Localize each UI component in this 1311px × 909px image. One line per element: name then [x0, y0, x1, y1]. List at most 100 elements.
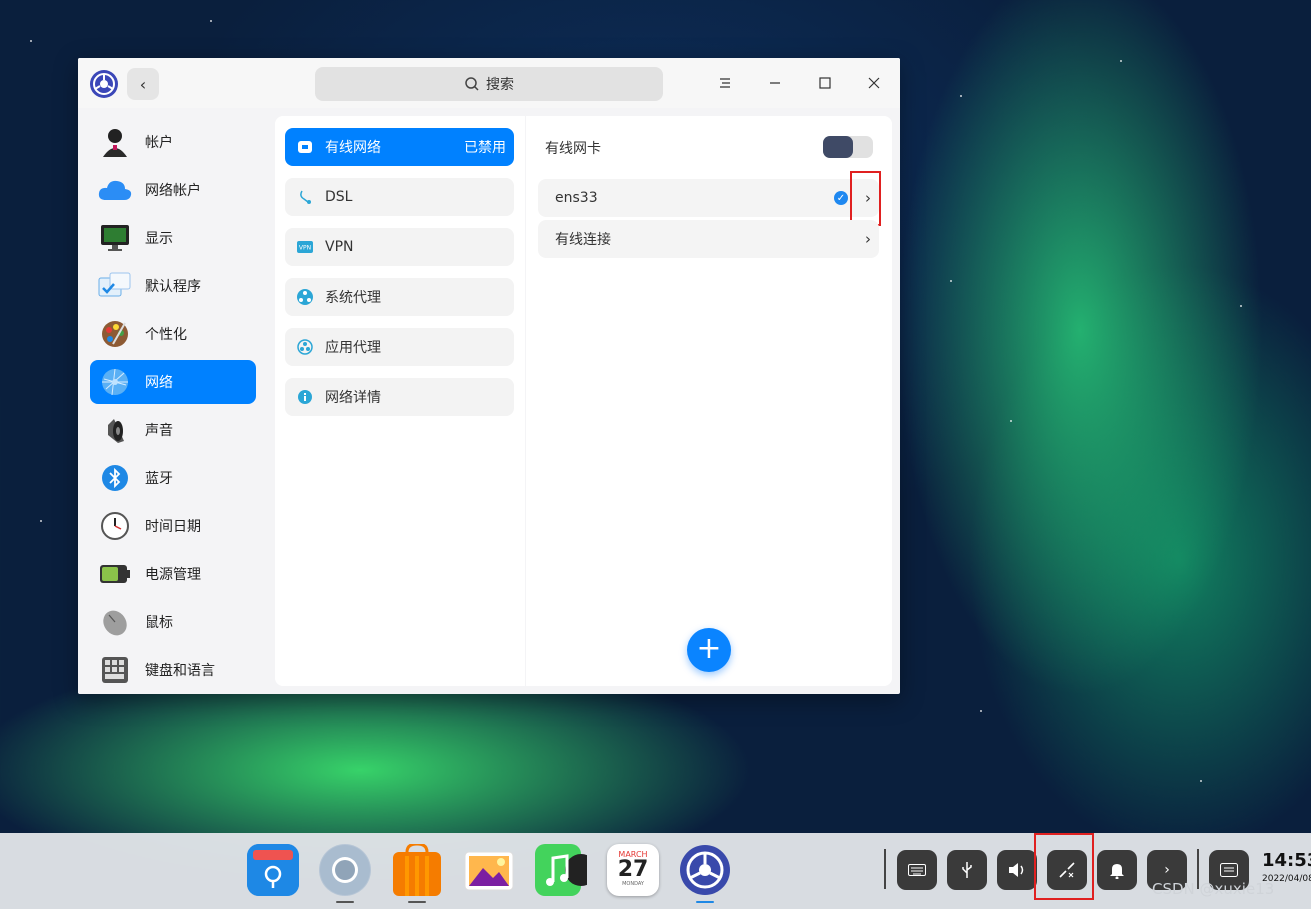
volume-icon [1009, 863, 1024, 877]
sidebar-item-personalization[interactable]: 个性化 [90, 312, 256, 356]
menu-item-label: 网络详情 [325, 390, 381, 406]
app-store-icon[interactable] [391, 842, 443, 896]
network-menu-panel: 有线网络 已禁用 DSL VPN VPN 系统代理 应用代理 网络详情 [275, 116, 525, 686]
plus-icon: + [696, 631, 722, 666]
sidebar-item-power[interactable]: 电源管理 [90, 552, 256, 596]
minimize-button[interactable] [763, 71, 787, 95]
account-icon [98, 125, 132, 159]
menu-item-wired[interactable]: 有线网络 已禁用 [285, 128, 514, 166]
volume-tray-button[interactable] [997, 850, 1037, 890]
search-icon [465, 77, 479, 91]
battery-icon [98, 557, 132, 591]
running-indicator [336, 901, 354, 903]
menu-item-label: 应用代理 [325, 340, 381, 356]
calendar-icon[interactable]: MARCH 27 MONDAY [607, 844, 659, 896]
bluetooth-icon [98, 461, 132, 495]
toggle-knob [823, 136, 853, 158]
clock-time[interactable]: 14:53 [1262, 850, 1311, 871]
watermark: CSDN @xuxie13 [1152, 880, 1275, 898]
sidebar-item-network[interactable]: 网络 [90, 360, 256, 404]
image-viewer-icon[interactable] [463, 844, 515, 896]
music-icon[interactable] [535, 844, 597, 896]
menu-item-network-details[interactable]: 网络详情 [285, 378, 514, 416]
keyboard-icon [908, 864, 926, 876]
tray-separator [884, 849, 886, 889]
vpn-icon: VPN [297, 239, 313, 255]
menu-item-vpn[interactable]: VPN VPN [285, 228, 514, 266]
wired-card-toggle[interactable] [823, 136, 873, 158]
usb-icon [962, 862, 972, 878]
keyboard-tray-button[interactable] [897, 850, 937, 890]
titlebar: ‹ 搜索 [78, 58, 900, 108]
app-proxy-icon [297, 339, 313, 355]
file-manager-icon[interactable] [247, 844, 299, 896]
notification-bell-icon [1110, 864, 1124, 879]
sidebar-item-network-account[interactable]: 网络帐户 [90, 168, 256, 212]
minimize-icon [770, 82, 780, 84]
calendar-day: 27 [617, 857, 649, 882]
highlight-box [1034, 833, 1094, 900]
menu-item-system-proxy[interactable]: 系统代理 [285, 278, 514, 316]
sidebar-item-label: 默认程序 [145, 279, 201, 295]
notification-tray-button[interactable] [1097, 850, 1137, 890]
chevron-left-icon: ‹ [139, 74, 147, 94]
dsl-icon [297, 189, 313, 205]
chevron-right-icon[interactable]: › [865, 230, 871, 248]
menu-icon [720, 78, 730, 88]
interface-name: ens33 [555, 190, 598, 206]
sidebar-item-default-apps[interactable]: 默认程序 [90, 264, 256, 308]
sidebar-item-keyboard[interactable]: 键盘和语言 [90, 648, 256, 692]
sidebar-item-label: 声音 [145, 423, 173, 439]
connection-label: 有线连接 [555, 232, 611, 248]
usb-tray-button[interactable] [947, 850, 987, 890]
sidebar-item-label: 鼠标 [145, 615, 173, 631]
search-placeholder: 搜索 [486, 77, 514, 93]
menu-item-label: DSL [325, 189, 353, 205]
running-indicator [408, 901, 426, 903]
sidebar-item-label: 帐户 [145, 135, 173, 151]
checkmark-icon: ✓ [834, 191, 848, 205]
maximize-button[interactable] [813, 71, 837, 95]
search-input[interactable]: 搜索 [315, 67, 663, 101]
sidebar-item-label: 电源管理 [145, 567, 201, 583]
wired-connection-row[interactable]: 有线连接 › [538, 220, 879, 258]
add-connection-button[interactable]: + [687, 628, 731, 672]
input-method-icon [1220, 863, 1238, 877]
sidebar-item-bluetooth[interactable]: 蓝牙 [90, 456, 256, 500]
network-globe-icon [98, 365, 132, 399]
menu-item-label: 系统代理 [325, 290, 381, 306]
wired-settings-panel: 有线网卡 ens33 ✓ › 有线连接 › + [526, 116, 892, 686]
speaker-icon [98, 413, 132, 447]
menu-button[interactable] [713, 71, 737, 95]
taskbar: MARCH 27 MONDAY › 14:53 [0, 833, 1311, 909]
sidebar-item-label: 蓝牙 [145, 471, 173, 487]
system-proxy-icon [297, 289, 313, 305]
sidebar-item-label: 网络帐户 [145, 183, 201, 199]
control-center-icon[interactable] [679, 844, 731, 896]
browser-icon[interactable] [319, 844, 371, 896]
sidebar-item-mouse[interactable]: 鼠标 [90, 600, 256, 644]
interface-row[interactable]: ens33 ✓ › [538, 179, 879, 217]
menu-item-app-proxy[interactable]: 应用代理 [285, 328, 514, 366]
menu-item-dsl[interactable]: DSL [285, 178, 514, 216]
chevron-right-icon: › [1164, 862, 1170, 878]
sidebar-item-sound[interactable]: 声音 [90, 408, 256, 452]
sidebar-item-label: 时间日期 [145, 519, 201, 535]
back-button[interactable]: ‹ [127, 68, 159, 100]
wired-card-label: 有线网卡 [545, 141, 601, 157]
control-center-logo-icon [89, 69, 119, 99]
close-button[interactable] [862, 71, 886, 95]
palette-icon [98, 317, 132, 351]
keyboard-icon [98, 653, 132, 687]
maximize-icon [819, 77, 831, 89]
svg-text:VPN: VPN [299, 245, 311, 252]
sidebar-item-account[interactable]: 帐户 [90, 120, 256, 164]
menu-item-label: VPN [325, 239, 354, 255]
sidebar-item-label: 显示 [145, 231, 173, 247]
sidebar-item-label: 个性化 [145, 327, 187, 343]
sidebar-item-display[interactable]: 显示 [90, 216, 256, 260]
sidebar-item-datetime[interactable]: 时间日期 [90, 504, 256, 548]
sidebar-item-label: 键盘和语言 [145, 663, 215, 679]
default-apps-icon [98, 269, 132, 303]
wired-icon [297, 139, 313, 155]
